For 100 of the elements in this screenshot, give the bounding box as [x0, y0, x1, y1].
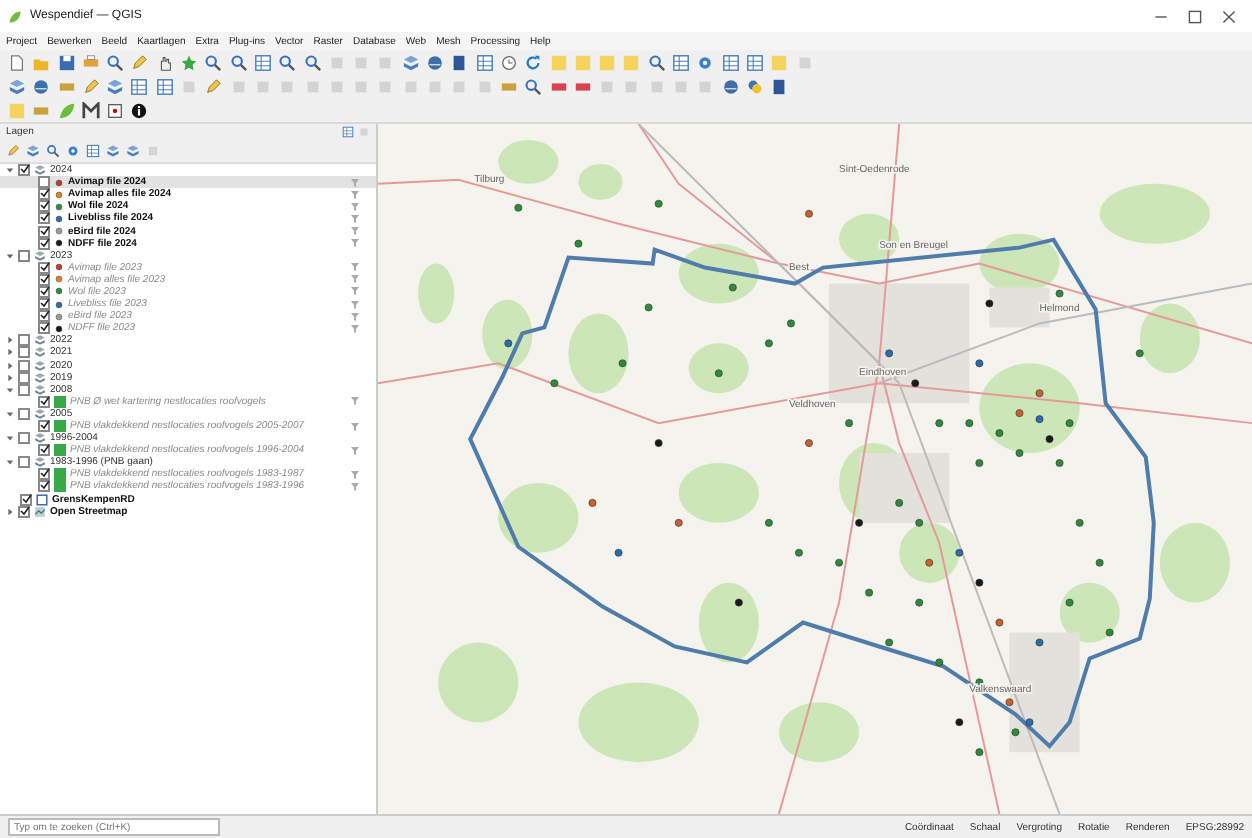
- leaf-icon: [8, 9, 22, 23]
- gear-icon[interactable]: [696, 53, 715, 71]
- save-icon[interactable]: [57, 53, 76, 71]
- layer-checkbox[interactable]: [38, 261, 50, 274]
- layer-group-icon: [34, 249, 46, 262]
- book-icon[interactable]: [450, 53, 469, 71]
- table-icon[interactable]: [155, 77, 174, 95]
- outline-symbol-icon: [36, 493, 48, 506]
- layer-checkbox[interactable]: [38, 225, 50, 238]
- table-icon[interactable]: [130, 77, 149, 95]
- layer-checkbox[interactable]: [38, 480, 50, 493]
- magnifier-icon[interactable]: [204, 53, 223, 71]
- layer-checkbox[interactable]: [38, 420, 50, 433]
- layers-icon[interactable]: [126, 144, 140, 158]
- table-icon[interactable]: [475, 53, 494, 71]
- expand-arrow-icon[interactable]: [6, 348, 14, 357]
- layer-checkbox[interactable]: [38, 212, 50, 225]
- filter-icon[interactable]: [350, 445, 360, 456]
- filter-icon[interactable]: [350, 396, 360, 407]
- clock-icon[interactable]: [499, 53, 518, 71]
- layer-checkbox[interactable]: [38, 298, 50, 311]
- magnifier-icon[interactable]: [278, 53, 297, 71]
- table-icon[interactable]: [721, 53, 740, 71]
- layer-group-icon: [34, 164, 46, 177]
- info-icon[interactable]: [130, 101, 149, 119]
- globe-icon[interactable]: [721, 77, 740, 95]
- expand-arrow-icon[interactable]: [6, 373, 14, 382]
- filter-icon[interactable]: [350, 323, 360, 334]
- close-icon[interactable]: [1222, 9, 1236, 23]
- layer-checkbox[interactable]: [18, 346, 30, 359]
- check-icon: [39, 420, 49, 431]
- layers-icon[interactable]: [26, 144, 40, 158]
- target-icon[interactable]: [106, 101, 125, 119]
- check-icon: [39, 395, 49, 406]
- layer-checkbox[interactable]: [18, 456, 30, 469]
- raster-icon: [34, 505, 46, 518]
- layer-group-icon: [34, 407, 46, 420]
- magnifier-icon[interactable]: [106, 53, 125, 71]
- layer-checkbox[interactable]: [18, 249, 30, 262]
- filter-icon[interactable]: [350, 286, 360, 297]
- star-icon[interactable]: [180, 53, 199, 71]
- expand-arrow-icon[interactable]: [6, 361, 14, 370]
- magnifier-icon[interactable]: [303, 53, 322, 71]
- magnifier-icon[interactable]: [46, 144, 60, 158]
- expand-arrow-icon[interactable]: [6, 507, 14, 516]
- layer-checkbox[interactable]: [38, 176, 50, 189]
- python-icon[interactable]: [745, 77, 764, 95]
- layers-icon[interactable]: [401, 53, 420, 71]
- layer-checkbox[interactable]: [20, 493, 32, 506]
- layer-checkbox[interactable]: [18, 164, 30, 177]
- book-icon[interactable]: [770, 77, 789, 95]
- table-icon[interactable]: [342, 126, 354, 138]
- hand-icon[interactable]: [155, 53, 174, 71]
- layer-checkbox[interactable]: [38, 395, 50, 408]
- filter-icon[interactable]: [350, 274, 360, 285]
- table-icon[interactable]: [86, 144, 100, 158]
- layer-group-icon: [34, 456, 46, 469]
- filter-icon[interactable]: [350, 201, 360, 212]
- layer-checkbox[interactable]: [38, 200, 50, 213]
- layer-checkbox[interactable]: [18, 407, 30, 420]
- check-icon: [39, 444, 49, 455]
- table-icon[interactable]: [672, 53, 691, 71]
- pencil-icon[interactable]: [204, 77, 223, 95]
- layer-checkbox[interactable]: [38, 188, 50, 201]
- table-icon[interactable]: [253, 53, 272, 71]
- magnifier-icon[interactable]: [524, 77, 543, 95]
- globe-icon[interactable]: [426, 53, 445, 71]
- layer-checkbox[interactable]: [38, 444, 50, 457]
- layer-checkbox[interactable]: [38, 310, 50, 323]
- check-icon: [19, 164, 29, 175]
- globe-icon[interactable]: [32, 77, 51, 95]
- layer-checkbox[interactable]: [38, 322, 50, 335]
- filter-icon[interactable]: [350, 421, 360, 432]
- filter-icon[interactable]: [350, 262, 360, 273]
- expand-arrow-icon[interactable]: [6, 336, 14, 345]
- printer-icon[interactable]: [81, 53, 100, 71]
- layer-checkbox[interactable]: [18, 432, 30, 445]
- filter-icon[interactable]: [350, 226, 360, 237]
- magnifier-icon[interactable]: [229, 53, 248, 71]
- filter-icon[interactable]: [350, 238, 360, 249]
- filter-icon[interactable]: [350, 189, 360, 200]
- filter-icon[interactable]: [350, 469, 360, 480]
- refresh-icon[interactable]: [524, 53, 543, 71]
- filter-icon[interactable]: [350, 299, 360, 310]
- layers-icon[interactable]: [106, 144, 120, 158]
- layers-icon[interactable]: [8, 77, 26, 95]
- layer-checkbox[interactable]: [18, 334, 30, 347]
- layers-icon[interactable]: [106, 77, 125, 95]
- filter-icon[interactable]: [350, 213, 360, 224]
- filter-icon[interactable]: [350, 311, 360, 322]
- gear-icon[interactable]: [66, 144, 80, 158]
- layer-checkbox[interactable]: [18, 359, 30, 372]
- table-icon[interactable]: [745, 53, 764, 71]
- m-letter-icon[interactable]: [81, 101, 100, 119]
- maximize-icon[interactable]: [1188, 9, 1202, 23]
- pencil-icon[interactable]: [6, 144, 20, 158]
- filter-icon[interactable]: [350, 481, 360, 492]
- layer-checkbox[interactable]: [38, 468, 50, 481]
- layer-group-icon: [34, 432, 46, 445]
- magnifier-icon[interactable]: [647, 53, 666, 71]
